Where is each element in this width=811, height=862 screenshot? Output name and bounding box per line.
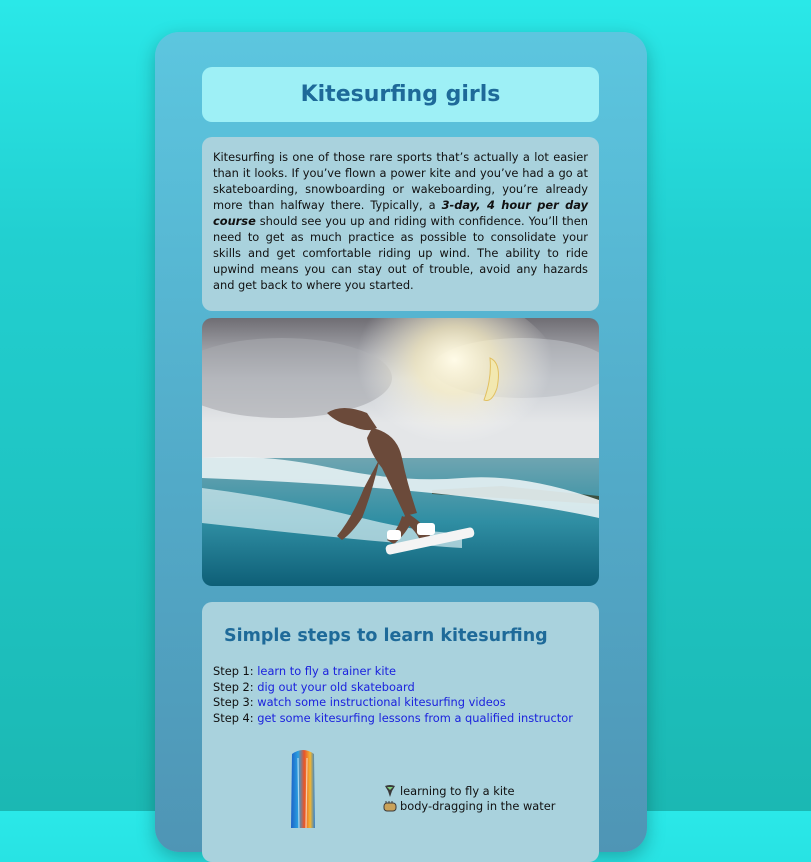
step-prefix: Step 1: — [213, 664, 258, 678]
feature-list: learning to fly a kite body-dragging in … — [383, 784, 555, 814]
steps-section: Simple steps to learn kitesurfing Step 1… — [202, 602, 599, 862]
step-item: Step 3: watch some instructional kitesur… — [213, 695, 573, 711]
feature-label: body-dragging in the water — [400, 799, 556, 813]
steps-list: Step 1: learn to fly a trainer kite Step… — [213, 664, 573, 726]
hand-icon — [383, 801, 397, 812]
intro-paragraph: Kitesurfing is one of those rare sports … — [202, 137, 599, 311]
step-link[interactable]: get some kitesurfing lessons from a qual… — [257, 711, 573, 725]
step-prefix: Step 2: — [213, 679, 258, 694]
intro-text-end: should see you up and riding with confid… — [213, 214, 588, 292]
kiteboard-illustration — [291, 750, 315, 828]
step-link[interactable]: watch some instructional kitesurfing vid… — [257, 695, 505, 709]
step-link[interactable]: dig out your old skateboard — [257, 680, 414, 694]
step-item: Step 2: dig out your old skateboard — [213, 680, 573, 696]
feature-item: learning to fly a kite — [383, 784, 555, 799]
title-box: Kitesurfing girls — [202, 67, 599, 122]
page-title: Kitesurfing girls — [300, 82, 501, 107]
feature-item: body-dragging in the water — [383, 799, 555, 814]
step-prefix: Step 3: — [213, 695, 258, 709]
kitesurfer-image — [202, 318, 599, 586]
step-prefix: Step 4: — [213, 710, 258, 725]
kite-icon — [385, 785, 395, 797]
step-link[interactable]: learn to fly a trainer kite — [257, 664, 396, 678]
feature-label: learning to fly a kite — [400, 784, 515, 798]
step-item: Step 1: learn to fly a trainer kite — [213, 664, 573, 680]
kitesurfer-photo — [202, 318, 599, 586]
content-card: Kitesurfing girls Kitesurfing is one of … — [155, 32, 647, 862]
steps-title: Simple steps to learn kitesurfing — [224, 626, 548, 646]
step-item: Step 4: get some kitesurfing lessons fro… — [213, 711, 573, 727]
